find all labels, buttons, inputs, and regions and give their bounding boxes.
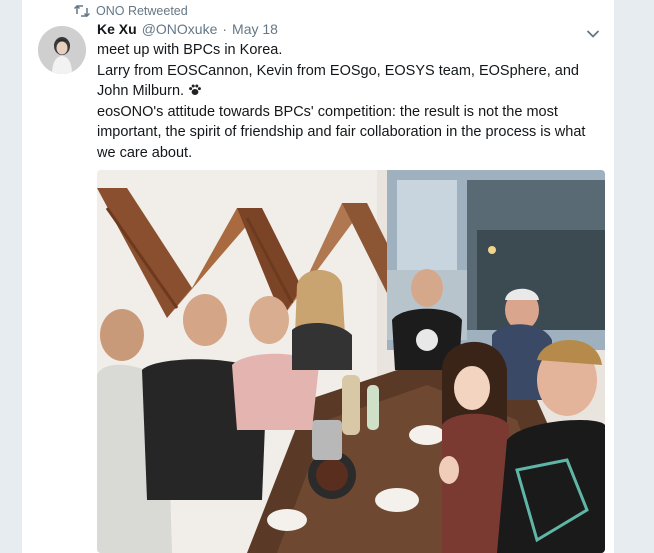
tweet-date[interactable]: May 18 bbox=[232, 21, 278, 37]
avatar[interactable] bbox=[38, 26, 86, 74]
author-name[interactable]: Ke Xu bbox=[97, 21, 137, 37]
retweet-context[interactable]: ONO Retweeted bbox=[74, 3, 188, 19]
tweet-line: Larry from EOSCannon, Kevin from EOSgo, … bbox=[97, 61, 605, 102]
group-photo-image bbox=[97, 170, 605, 553]
retweet-icon bbox=[74, 4, 90, 18]
tweet-line: eosONO's attitude towards BPCs' competit… bbox=[97, 103, 586, 161]
chevron-down-icon[interactable] bbox=[586, 26, 600, 38]
tweet-text: meet up with BPCs in Korea. Larry from E… bbox=[97, 40, 605, 163]
paw-emoji-icon bbox=[188, 83, 202, 97]
author-handle[interactable]: @ONOxuke bbox=[142, 21, 218, 37]
tweet-card[interactable]: ONO Retweeted Ke Xu @ONOxuke · May 18 me… bbox=[22, 0, 614, 553]
retweet-label: ONO Retweeted bbox=[96, 4, 188, 18]
tweet-line: meet up with BPCs in Korea. bbox=[97, 42, 283, 58]
separator-dot: · bbox=[222, 21, 228, 37]
tweet-header: Ke Xu @ONOxuke · May 18 bbox=[97, 21, 278, 41]
tweet-photo[interactable] bbox=[97, 170, 605, 553]
tweet-line-text: Larry from EOSCannon, Kevin from EOSgo, … bbox=[97, 62, 579, 100]
